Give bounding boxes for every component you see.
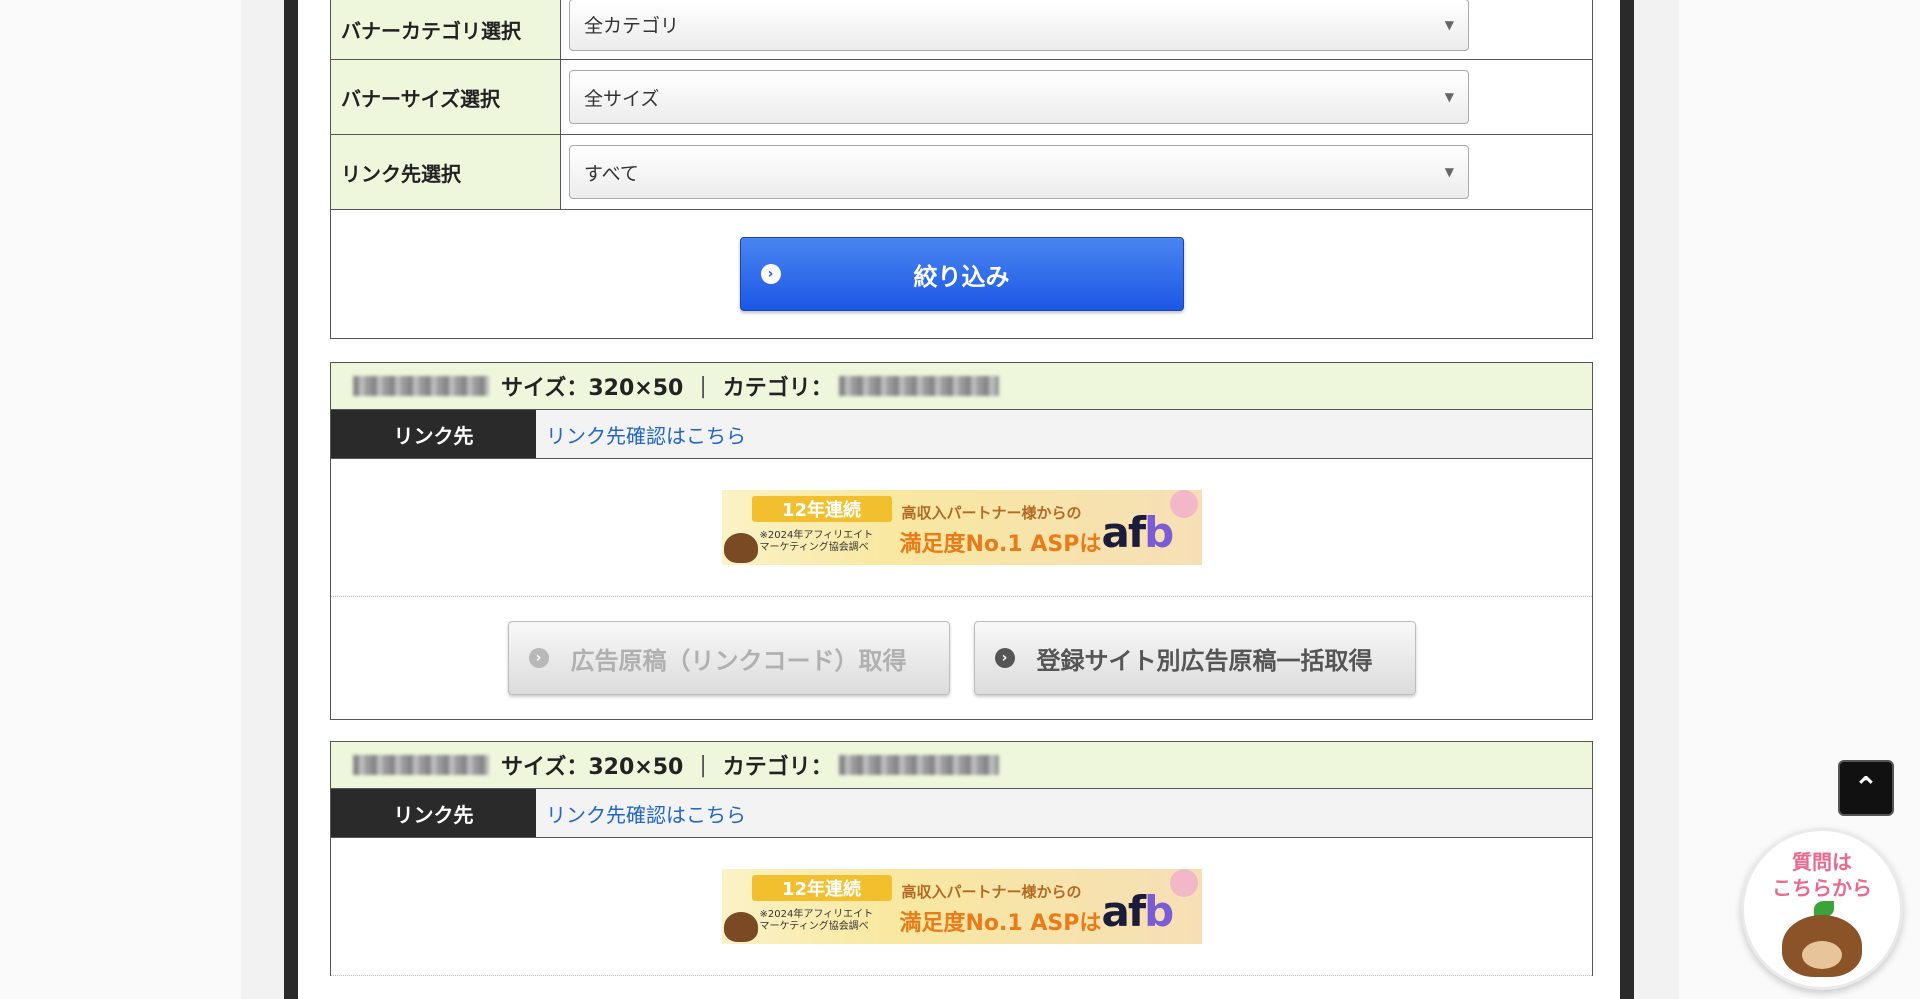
category-select-value: 全カテゴリ (584, 15, 680, 37)
filter-label-size: バナーサイズ選択 (331, 60, 561, 134)
link-select-value: すべて (584, 162, 639, 185)
header-separator: | (699, 752, 707, 778)
help-text-line2: こちらから (1772, 876, 1872, 900)
filter-row-category: バナーカテゴリ選択 全カテゴリ ▼ (331, 0, 1592, 60)
get-link-code-button[interactable]: › 広告原稿（リンクコード）取得 (507, 621, 950, 695)
header-separator: | (699, 373, 707, 399)
circle-arrow-icon: › (760, 264, 781, 284)
page-top-button[interactable]: ⌃ (1838, 760, 1894, 816)
banner-category: カテゴリ： (722, 755, 833, 780)
link-label: リンク先 (331, 410, 536, 458)
link-select[interactable]: すべて ▼ (569, 145, 1469, 199)
banner-actions: › 広告原稿（リンクコード）取得 › 登録サイト別広告原稿一括取得 (331, 597, 1592, 719)
help-chat-button[interactable]: 質問は こちらから (1741, 828, 1903, 990)
filter-label-category: バナーカテゴリ選択 (331, 0, 561, 59)
afb-logo-b: b (1144, 508, 1174, 557)
filter-row-size: バナーサイズ選択 全サイズ ▼ (331, 60, 1592, 135)
filter-submit-label: 絞り込み (913, 262, 1010, 291)
link-label: リンク先 (331, 789, 536, 837)
afb-logo: afb (1101, 508, 1175, 557)
link-row: リンク先 リンク先確認はこちら (331, 410, 1592, 459)
ad-headline: 満足度No.1 ASPは (899, 911, 1102, 936)
help-text-line1: 質問は (1792, 850, 1852, 874)
blurred-banner-id (353, 376, 489, 396)
banner-item: サイズ：320×50 | カテゴリ： リンク先 リンク先確認はこちら 12年連続… (330, 741, 1593, 976)
banner-image-area: 12年連続 ※2024年アフィリエイトマーケティング協会調べ 高収入パートナー様… (331, 838, 1592, 976)
banner-header: サイズ：320×50 | カテゴリ： (331, 363, 1592, 410)
blurred-category (838, 376, 999, 396)
filter-table: バナーカテゴリ選択 全カテゴリ ▼ バナーサイズ選択 全サイズ ▼ リンク先選択… (330, 0, 1593, 339)
flower-icon (1169, 490, 1198, 518)
filter-submit-row: › 絞り込み (331, 210, 1592, 338)
banner-size: サイズ：320×50 (501, 755, 684, 780)
filter-row-link: リンク先選択 すべて ▼ (331, 135, 1592, 210)
chevron-down-icon: ▼ (1444, 90, 1454, 104)
circle-arrow-icon: › (994, 648, 1015, 668)
afb-logo-af: af (1101, 887, 1147, 936)
bear-mascot-icon (1782, 915, 1862, 977)
get-link-code-label: 広告原稿（リンクコード）取得 (570, 646, 907, 675)
ad-badge: 12年連続 (751, 875, 892, 901)
ad-note: ※2024年アフィリエイトマーケティング協会調べ (759, 530, 874, 553)
bear-mascot-icon (723, 533, 758, 563)
banner-category: カテゴリ： (722, 376, 833, 401)
circle-arrow-icon: › (528, 648, 549, 668)
afb-logo-b: b (1144, 887, 1174, 936)
size-select-value: 全サイズ (584, 87, 660, 110)
blurred-category (838, 755, 999, 775)
ad-banner-image: 12年連続 ※2024年アフィリエイトマーケティング協会調べ 高収入パートナー様… (721, 869, 1202, 944)
filter-submit-button[interactable]: › 絞り込み (739, 237, 1184, 311)
banner-header: サイズ：320×50 | カテゴリ： (331, 742, 1592, 789)
help-text: 質問は こちらから (1744, 849, 1900, 901)
ad-headline-small: 高収入パートナー様からの (901, 504, 1082, 522)
bear-face (1802, 941, 1842, 969)
link-confirm-link[interactable]: リンク先確認はこちら (536, 789, 746, 837)
ad-banner-image: 12年連続 ※2024年アフィリエイトマーケティング協会調べ 高収入パートナー様… (721, 490, 1202, 565)
banner-size: サイズ：320×50 (501, 376, 684, 401)
afb-logo-af: af (1101, 508, 1147, 557)
ad-note: ※2024年アフィリエイトマーケティング協会調べ (759, 909, 874, 932)
chevron-down-icon: ▼ (1444, 17, 1454, 32)
link-confirm-link[interactable]: リンク先確認はこちら (536, 410, 746, 458)
ad-badge: 12年連続 (751, 496, 892, 522)
filter-cell-link: すべて ▼ (561, 135, 1592, 209)
chevron-down-icon: ▼ (1444, 165, 1454, 179)
size-select[interactable]: 全サイズ ▼ (569, 70, 1469, 124)
banner-image-area: 12年連続 ※2024年アフィリエイトマーケティング協会調べ 高収入パートナー様… (331, 459, 1592, 597)
category-select[interactable]: 全カテゴリ ▼ (569, 0, 1469, 51)
banner-item: サイズ：320×50 | カテゴリ： リンク先 リンク先確認はこちら 12年連続… (330, 362, 1593, 720)
ad-headline-small: 高収入パートナー様からの (901, 883, 1082, 901)
flower-icon (1169, 869, 1198, 897)
bear-mascot-icon (723, 912, 758, 942)
ad-headline: 満足度No.1 ASPは (899, 532, 1102, 557)
filter-cell-size: 全サイズ ▼ (561, 60, 1592, 134)
filter-label-link: リンク先選択 (331, 135, 561, 209)
bulk-get-button[interactable]: › 登録サイト別広告原稿一括取得 (973, 621, 1416, 695)
bulk-get-label: 登録サイト別広告原稿一括取得 (1036, 646, 1373, 675)
afb-logo: afb (1101, 887, 1175, 936)
filter-cell-category: 全カテゴリ ▼ (561, 0, 1592, 59)
chevron-up-icon: ⌃ (1853, 770, 1879, 806)
blurred-banner-id (353, 755, 489, 775)
link-row: リンク先 リンク先確認はこちら (331, 789, 1592, 838)
